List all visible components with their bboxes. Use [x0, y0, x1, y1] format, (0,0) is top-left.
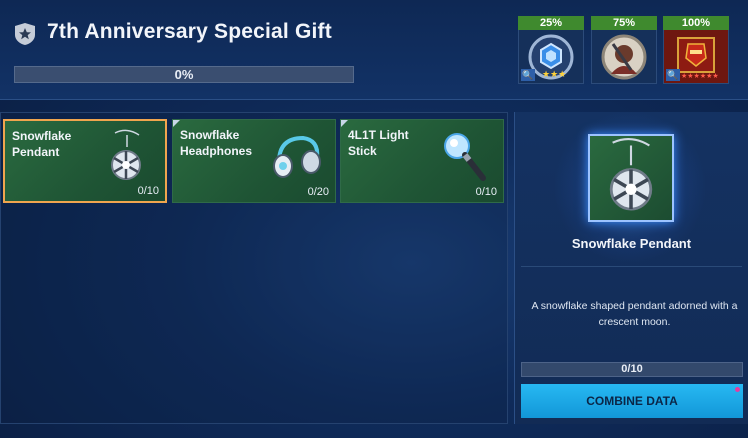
divider — [521, 266, 742, 267]
inspect-icon[interactable]: 🔍 — [521, 69, 535, 81]
milestone-reward-75[interactable]: 75% — [591, 16, 657, 84]
milestone-reward-25[interactable]: 25% ★★★ 🔍 — [518, 16, 584, 84]
svg-text:★★★★★★: ★★★★★★ — [681, 72, 719, 80]
item-card-snowflake-pendant[interactable]: Snowflake Pendant 0/10 — [3, 119, 167, 203]
item-count: 0/10 — [137, 185, 159, 197]
item-count: 0/10 — [475, 186, 497, 198]
combine-data-button[interactable]: COMBINE DATA — [521, 384, 743, 418]
milestone-percent: 25% — [518, 16, 584, 30]
item-card-light-stick[interactable]: 4L1T Light Stick 0/10 — [340, 119, 504, 203]
milestone-percent: 75% — [591, 16, 657, 30]
snowflake-pendant-icon — [609, 138, 653, 211]
headphones-icon — [273, 135, 321, 178]
detail-item-frame — [588, 134, 674, 222]
item-name: Snowflake Headphones — [180, 128, 253, 158]
svg-text:★★★: ★★★ — [542, 70, 566, 80]
detail-item-name: Snowflake Pendant — [571, 236, 692, 251]
item-card-snowflake-headphones[interactable]: Snowflake Headphones 0/20 — [172, 119, 336, 203]
snowflake-pendant-icon — [111, 129, 141, 180]
item-count: 0/20 — [307, 186, 329, 198]
item-name: 4L1T Light Stick — [348, 128, 409, 158]
star-shield-icon — [15, 23, 35, 45]
combine-data-label: COMBINE DATA — [586, 394, 678, 408]
page-title: 7th Anniversary Special Gift — [47, 20, 332, 43]
detail-item-description: A snowflake shaped pendant adorned with … — [531, 300, 738, 328]
milestone-reward-100[interactable]: 100% ★★★★★★ 🔍 — [663, 16, 729, 84]
corner-marker — [341, 120, 348, 127]
item-name: Snowflake Pendant — [12, 129, 72, 159]
gift-progress-bar: 0% — [14, 66, 354, 83]
milestone-percent: 100% — [663, 16, 729, 30]
detail-progress-bar: 0/10 — [521, 362, 743, 377]
inspect-icon[interactable]: 🔍 — [666, 69, 680, 81]
gift-progress-label: 0% — [174, 67, 194, 82]
notification-dot — [735, 387, 740, 392]
header: 7th Anniversary Special Gift 0% 25% ★★★ … — [0, 0, 748, 100]
item-detail-panel: Snowflake Pendant A snowflake shaped pen… — [514, 112, 748, 424]
light-stick-icon — [444, 133, 486, 181]
warrior-portrait-icon — [601, 34, 647, 79]
corner-marker — [173, 120, 180, 127]
